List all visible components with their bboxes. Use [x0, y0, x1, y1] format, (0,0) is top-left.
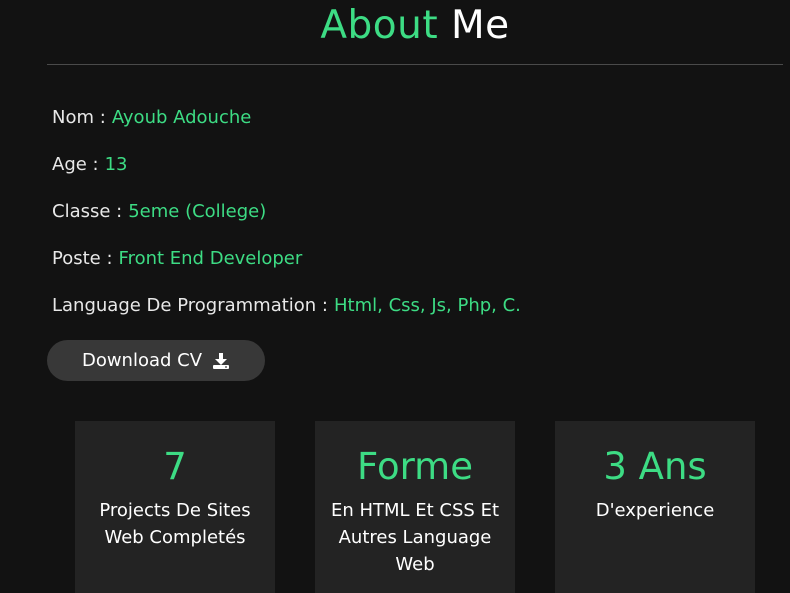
title-accent: About [320, 3, 439, 48]
info-value: Html, Css, Js, Php, C. [334, 295, 521, 316]
download-icon [212, 352, 230, 370]
info-value: 5eme (College) [128, 201, 267, 222]
info-value: Ayoub Adouche [111, 107, 252, 128]
info-label: Poste : [52, 248, 113, 269]
stat-card-experience: 3 Ans D'experience [555, 421, 755, 593]
info-label: Age : [52, 154, 99, 175]
info-row-position: Poste : Front End Developer [52, 247, 521, 294]
about-page: About Me Nom : Ayoub Adouche Age :13 Clas… [0, 0, 790, 593]
info-row-languages: Language De Programmation : Html, Css, Js… [52, 294, 521, 341]
divider [47, 64, 783, 65]
download-cv-label: Download CV [81, 350, 203, 371]
info-label: Language De Programmation : [52, 295, 328, 316]
info-value: Front End Developer [118, 248, 303, 269]
info-list: Nom : Ayoub Adouche Age :13 Classe :5eme … [52, 106, 521, 341]
info-row-name: Nom : Ayoub Adouche [52, 106, 521, 153]
stat-card-projects: 7 Projects De Sites Web Completés [75, 421, 275, 593]
stat-value: Forme [357, 445, 473, 488]
info-value: 13 [104, 154, 128, 175]
info-label: Classe : [52, 201, 123, 222]
page-title: About Me [0, 2, 790, 50]
stat-value: 7 [163, 445, 187, 488]
stat-value: 3 Ans [603, 445, 707, 488]
stat-description: Projects De Sites Web Completés [99, 500, 251, 548]
download-cv-button[interactable]: Download CV [47, 340, 265, 381]
title-rest: Me [451, 3, 510, 48]
stat-description: En HTML Et CSS Et Autres Language Web [330, 500, 500, 575]
stat-description: D'experience [595, 500, 715, 521]
stat-card-training: Forme En HTML Et CSS Et Autres Language … [315, 421, 515, 593]
info-row-class: Classe :5eme (College) [52, 200, 521, 247]
info-row-age: Age :13 [52, 153, 521, 200]
info-label: Nom : [52, 107, 106, 128]
